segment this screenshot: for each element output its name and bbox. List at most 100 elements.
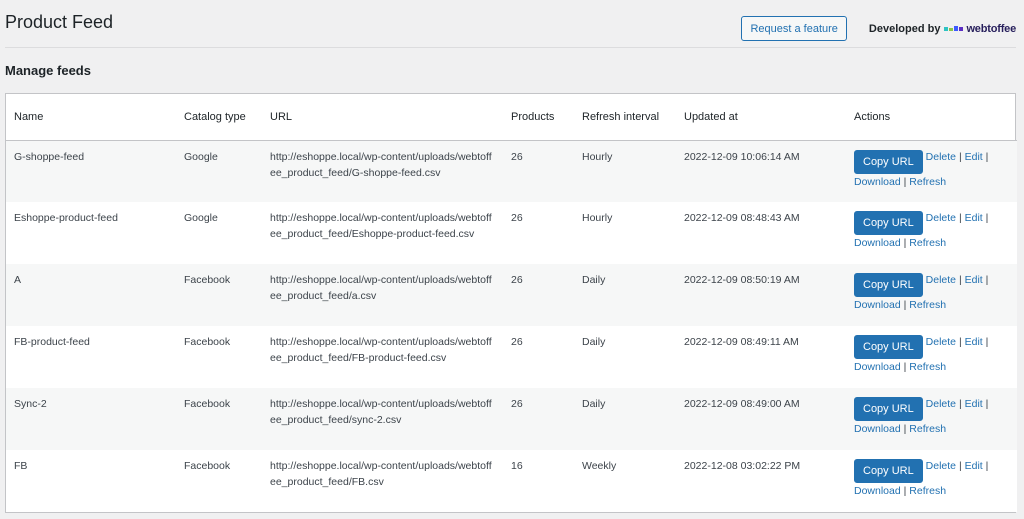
refresh-link[interactable]: Refresh bbox=[909, 237, 946, 249]
feed-refresh-interval: Daily bbox=[574, 388, 676, 450]
delete-link[interactable]: Delete bbox=[926, 274, 956, 286]
feed-url: http://eshoppe.local/wp-content/uploads/… bbox=[262, 388, 503, 450]
feed-products: 26 bbox=[503, 140, 574, 202]
download-link[interactable]: Download bbox=[854, 361, 901, 373]
request-feature-button[interactable]: Request a feature bbox=[741, 16, 847, 41]
separator: | bbox=[958, 274, 962, 286]
copy-url-button[interactable]: Copy URL bbox=[854, 273, 923, 297]
separator: | bbox=[985, 398, 989, 410]
feed-actions: Copy URL Delete | Edit | Download | Refr… bbox=[846, 326, 1017, 388]
edit-link[interactable]: Edit bbox=[965, 212, 983, 224]
edit-link[interactable]: Edit bbox=[965, 274, 983, 286]
feed-actions: Copy URL Delete | Edit | Download | Refr… bbox=[846, 202, 1017, 264]
feed-products: 26 bbox=[503, 388, 574, 450]
header-divider bbox=[5, 47, 1016, 48]
feed-name: FB-product-feed bbox=[6, 326, 176, 388]
refresh-link[interactable]: Refresh bbox=[909, 423, 946, 435]
copy-url-button[interactable]: Copy URL bbox=[854, 149, 923, 174]
edit-link[interactable]: Edit bbox=[965, 336, 983, 348]
brand-name: webtoffee bbox=[966, 22, 1016, 35]
feed-updated-at: 2022-12-09 08:49:00 AM bbox=[676, 388, 846, 450]
download-link[interactable]: Download bbox=[854, 237, 901, 249]
separator: | bbox=[903, 423, 907, 435]
feed-name: A bbox=[6, 264, 176, 326]
feed-catalog-type: Google bbox=[176, 202, 262, 264]
feed-name: G-shoppe-feed bbox=[6, 140, 176, 202]
separator: | bbox=[985, 274, 989, 286]
feed-products: 26 bbox=[503, 326, 574, 388]
copy-url-button[interactable]: Copy URL bbox=[854, 211, 923, 235]
download-link[interactable]: Download bbox=[854, 176, 901, 188]
copy-url-button[interactable]: Copy URL bbox=[854, 335, 923, 359]
separator: | bbox=[903, 361, 907, 373]
separator: | bbox=[903, 485, 907, 497]
column-header-refresh-interval: Refresh interval bbox=[574, 94, 676, 141]
feeds-table-container: Name Catalog type URL Products Refresh i… bbox=[5, 93, 1017, 513]
table-header-row: Name Catalog type URL Products Refresh i… bbox=[6, 94, 1017, 141]
feed-products: 26 bbox=[503, 202, 574, 264]
column-header-products: Products bbox=[503, 94, 574, 141]
delete-link[interactable]: Delete bbox=[926, 212, 956, 224]
feed-url: http://eshoppe.local/wp-content/uploads/… bbox=[262, 450, 503, 512]
separator: | bbox=[985, 212, 989, 224]
page-title: Product Feed bbox=[5, 12, 114, 32]
feed-refresh-interval: Hourly bbox=[574, 140, 676, 202]
feed-catalog-type: Facebook bbox=[176, 264, 262, 326]
table-row: FB Facebook http://eshoppe.local/wp-cont… bbox=[6, 450, 1017, 512]
feeds-table: Name Catalog type URL Products Refresh i… bbox=[6, 94, 1017, 512]
feed-name: FB bbox=[6, 450, 176, 512]
feed-updated-at: 2022-12-09 08:48:43 AM bbox=[676, 202, 846, 264]
edit-link[interactable]: Edit bbox=[965, 398, 983, 410]
feed-name: Sync-2 bbox=[6, 388, 176, 450]
copy-url-button[interactable]: Copy URL bbox=[854, 397, 923, 421]
edit-link[interactable]: Edit bbox=[965, 151, 983, 163]
feed-actions: Copy URL Delete | Edit | Download | Refr… bbox=[846, 264, 1017, 326]
download-link[interactable]: Download bbox=[854, 423, 901, 435]
feed-catalog-type: Facebook bbox=[176, 388, 262, 450]
feed-actions: Copy URL Delete | Edit | Download | Refr… bbox=[846, 140, 1017, 202]
download-link[interactable]: Download bbox=[854, 485, 901, 497]
table-row: G-shoppe-feed Google http://eshoppe.loca… bbox=[6, 140, 1017, 202]
refresh-link[interactable]: Refresh bbox=[909, 485, 946, 497]
feed-products: 16 bbox=[503, 450, 574, 512]
feed-updated-at: 2022-12-08 03:02:22 PM bbox=[676, 450, 846, 512]
refresh-link[interactable]: Refresh bbox=[909, 176, 946, 188]
feed-updated-at: 2022-12-09 10:06:14 AM bbox=[676, 140, 846, 202]
separator: | bbox=[903, 175, 907, 188]
feed-url: http://eshoppe.local/wp-content/uploads/… bbox=[262, 264, 503, 326]
feed-refresh-interval: Weekly bbox=[574, 450, 676, 512]
separator: | bbox=[903, 237, 907, 249]
table-row: Sync-2 Facebook http://eshoppe.local/wp-… bbox=[6, 388, 1017, 450]
feed-refresh-interval: Daily bbox=[574, 264, 676, 326]
delete-link[interactable]: Delete bbox=[926, 398, 956, 410]
feed-catalog-type: Facebook bbox=[176, 326, 262, 388]
feed-actions: Copy URL Delete | Edit | Download | Refr… bbox=[846, 388, 1017, 450]
edit-link[interactable]: Edit bbox=[965, 460, 983, 472]
refresh-link[interactable]: Refresh bbox=[909, 299, 946, 311]
column-header-catalog-type: Catalog type bbox=[176, 94, 262, 141]
separator: | bbox=[903, 299, 907, 311]
feed-refresh-interval: Daily bbox=[574, 326, 676, 388]
delete-link[interactable]: Delete bbox=[926, 151, 956, 163]
section-title: Manage feeds bbox=[5, 63, 91, 78]
feed-url: http://eshoppe.local/wp-content/uploads/… bbox=[262, 202, 503, 264]
column-header-updated-at: Updated at bbox=[676, 94, 846, 141]
delete-link[interactable]: Delete bbox=[926, 460, 956, 472]
column-header-name: Name bbox=[6, 94, 176, 141]
separator: | bbox=[958, 336, 962, 348]
table-row: Eshoppe-product-feed Google http://eshop… bbox=[6, 202, 1017, 264]
separator: | bbox=[985, 150, 989, 163]
copy-url-button[interactable]: Copy URL bbox=[854, 459, 923, 483]
separator: | bbox=[958, 150, 962, 163]
webtoffee-logo[interactable]: webtoffee bbox=[944, 23, 1016, 35]
column-header-actions: Actions bbox=[846, 94, 1017, 141]
webtoffee-logo-icon bbox=[944, 26, 964, 31]
feed-actions: Copy URL Delete | Edit | Download | Refr… bbox=[846, 450, 1017, 512]
download-link[interactable]: Download bbox=[854, 299, 901, 311]
table-row: A Facebook http://eshoppe.local/wp-conte… bbox=[6, 264, 1017, 326]
column-header-url: URL bbox=[262, 94, 503, 141]
feed-refresh-interval: Hourly bbox=[574, 202, 676, 264]
delete-link[interactable]: Delete bbox=[926, 336, 956, 348]
feed-url: http://eshoppe.local/wp-content/uploads/… bbox=[262, 326, 503, 388]
refresh-link[interactable]: Refresh bbox=[909, 361, 946, 373]
